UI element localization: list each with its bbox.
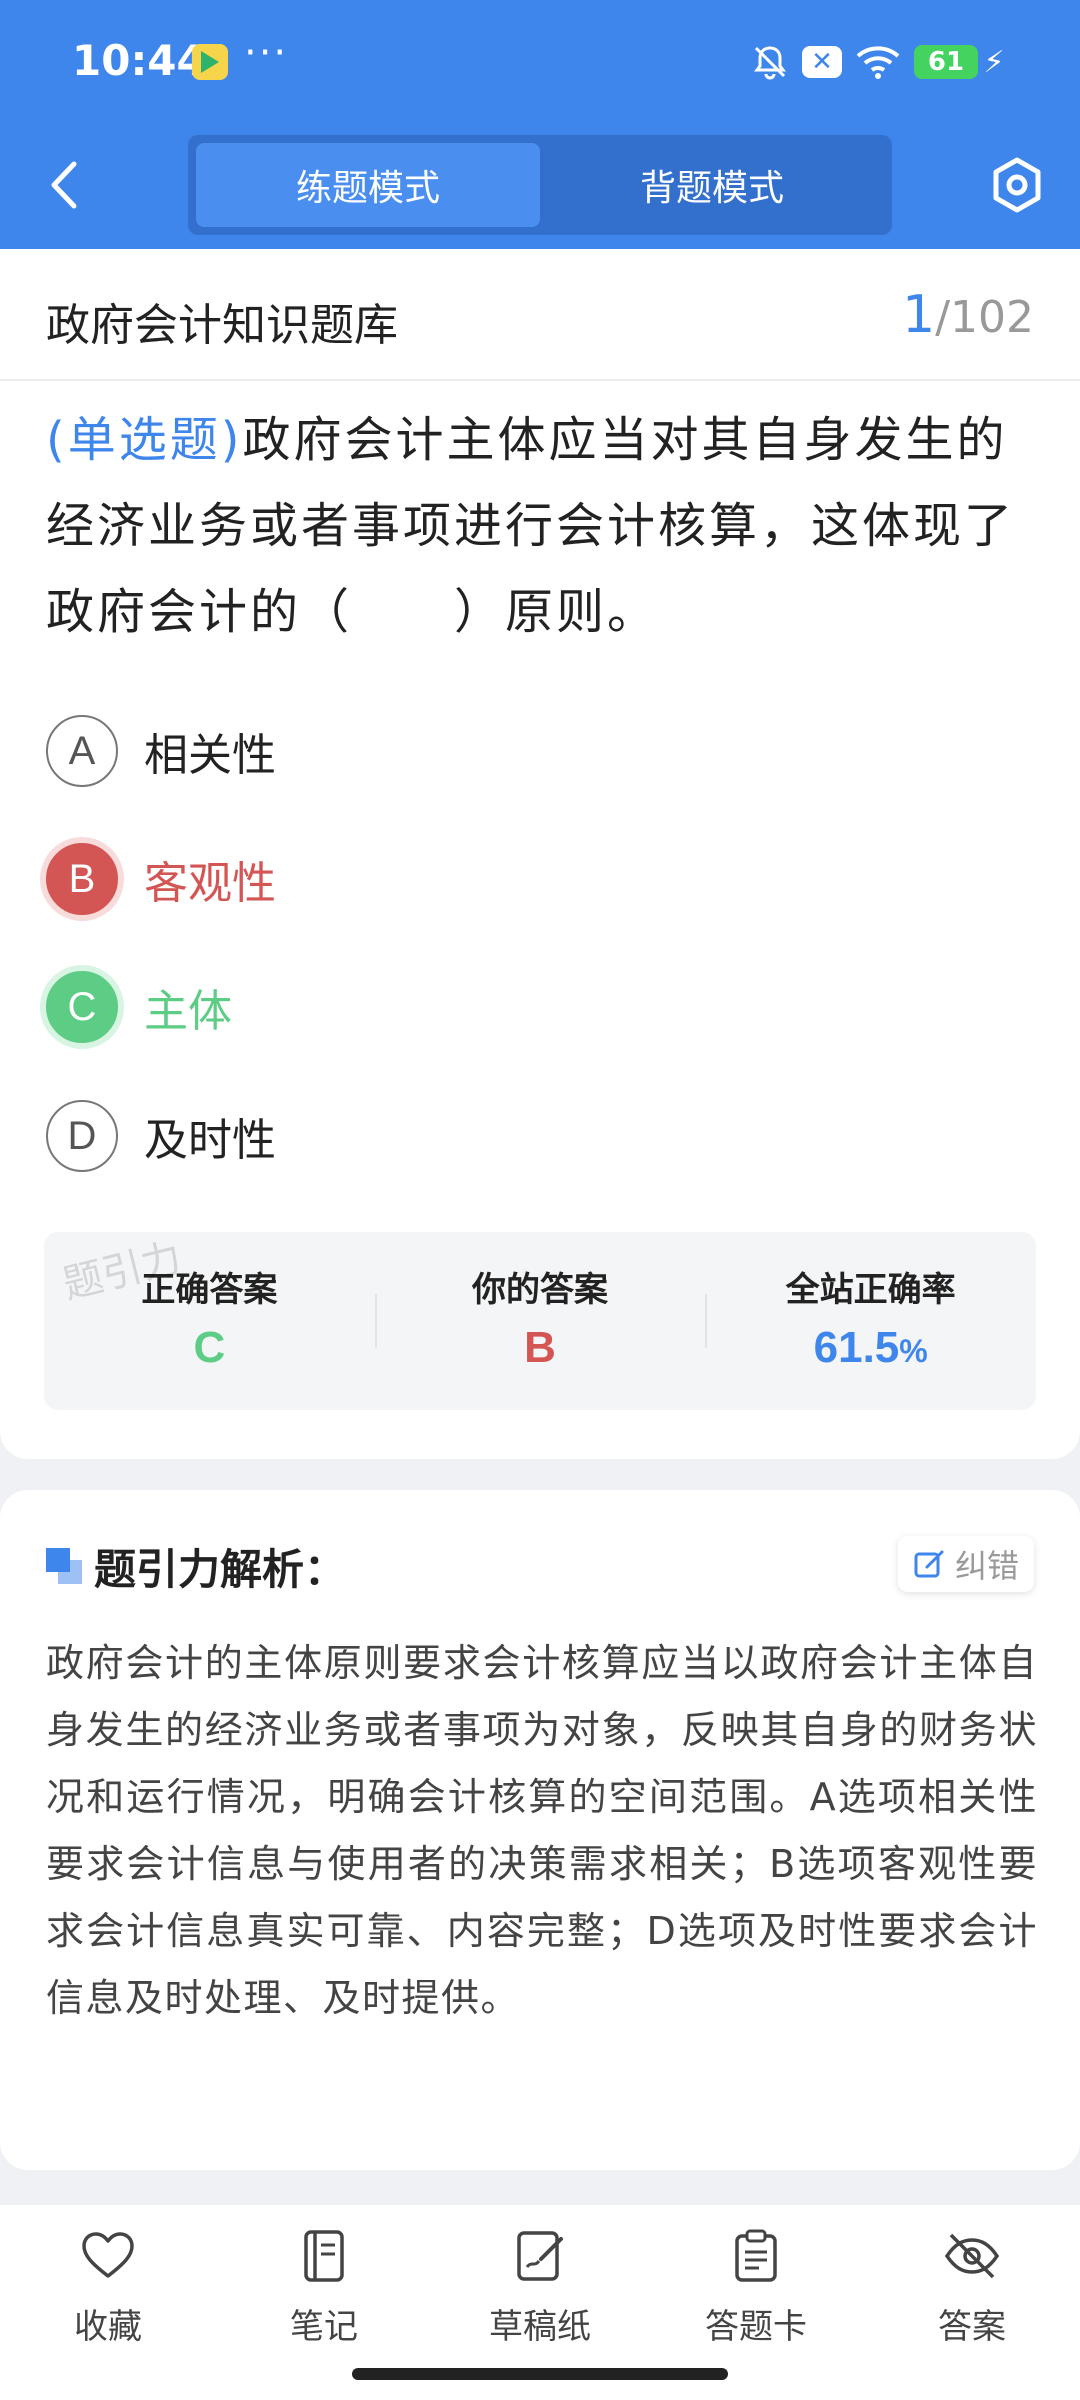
option-letter: D [46,1100,118,1172]
accuracy-value: 61.5% [813,1323,928,1372]
nav-label: 收藏 [74,2307,142,2347]
draft-icon [517,2231,563,2281]
top-app-bar: 10:44 ··· ✕ 61 ⚡ 练题模式 背题模式 [0,0,1080,249]
settings-button[interactable] [990,155,1044,215]
status-time: 10:44 [72,36,206,85]
report-error-button[interactable]: 纠错 [898,1536,1034,1592]
your-answer-label: 你的答案 [472,1270,608,1310]
nav-label: 笔记 [290,2307,358,2347]
chevron-left-icon [51,161,77,209]
your-answer-value: B [524,1323,556,1372]
option-d[interactable]: D 及时性 [46,1098,746,1174]
option-letter: A [46,715,118,787]
nav-label: 答案 [938,2307,1006,2347]
divider [0,379,1080,381]
question-type: (单选题) [46,412,243,468]
more-notifications-icon: ··· [244,30,289,76]
option-text: 主体 [144,986,232,1037]
question-card: 政府会计知识题库 1/102 (单选题)政府会计主体应当对其自身发生的经济业务或… [0,249,1080,1459]
nav-label: 草稿纸 [489,2307,591,2347]
tab-review-mode[interactable]: 背题模式 [540,143,884,227]
answer-summary: 正确答案 C 你的答案 B 全站正确率 61.5% [44,1232,1036,1410]
status-bar: 10:44 ··· ✕ 61 ⚡ [0,0,1080,122]
analysis-card: 题引力解析： 纠错 政府会计的主体原则要求会计核算应当以政府会计主体自身发生的经… [0,1490,1080,2170]
home-indicator[interactable] [352,2368,728,2380]
option-letter: C [46,971,118,1043]
battery-icon: 61 [912,40,980,84]
accuracy-column: 全站正确率 61.5% [705,1232,1036,1410]
clipboard-icon [735,2229,777,2282]
tab-practice-mode[interactable]: 练题模式 [196,143,540,227]
correct-answer-value: C [193,1323,226,1372]
heart-icon [82,2232,134,2278]
video-app-icon [192,44,228,80]
current-question-number: 1 [902,285,936,345]
accuracy-label: 全站正确率 [785,1270,956,1310]
report-error-label: 纠错 [954,1547,1019,1585]
back-button[interactable] [38,150,88,220]
nav-answer[interactable]: 答案 [864,2205,1080,2400]
option-text: 及时性 [144,1115,276,1166]
question-counter: 1/102 [902,285,1034,345]
hexagon-settings-icon [993,157,1041,213]
edit-icon [914,1550,944,1578]
mode-tabs: 练题模式 背题模式 [188,135,892,235]
nav-favorite[interactable]: 收藏 [0,2205,216,2400]
nav-label: 答题卡 [705,2307,807,2347]
eye-off-icon [944,2233,1000,2279]
question-stem: (单选题)政府会计主体应当对其自身发生的经济业务或者事项进行会计核算，这体现了政… [46,397,1036,655]
analysis-square-icon [46,1548,82,1584]
question-bank-title: 政府会计知识题库 [46,300,398,351]
analysis-title: 题引力解析： [94,1545,347,1594]
analysis-text: 政府会计的主体原则要求会计核算应当以政府会计主体自身发生的经济业务或者事项为对象… [46,1641,1038,2020]
total-questions: /102 [935,292,1034,343]
option-text: 相关性 [144,730,276,781]
notebook-icon [304,2230,344,2282]
option-a[interactable]: A 相关性 [46,713,746,789]
option-b[interactable]: B 客观性 [46,841,746,917]
option-c[interactable]: C 主体 [46,969,746,1045]
option-letter: B [46,843,118,915]
wifi-icon [852,40,904,84]
bell-muted-icon [748,40,792,84]
your-answer-column: 你的答案 B [374,1232,706,1410]
charging-icon: ⚡ [983,44,1005,80]
close-box-icon: ✕ [800,40,844,84]
option-text: 客观性 [144,858,276,909]
